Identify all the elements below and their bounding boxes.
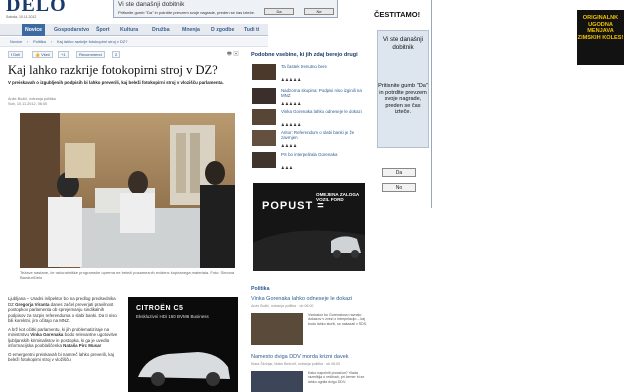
breadcrumb-current: Kaj lahko razkrije fotokopirni stroj v D… <box>57 39 128 44</box>
breadcrumb-separator: › <box>27 39 29 44</box>
email-icon[interactable]: ✉ <box>233 51 239 57</box>
body-paragraph: Ljubljana – Uradni inšpektor bo na predl… <box>8 296 119 324</box>
related-item[interactable]: Vinka Gorenaka lahko odneseje le dokazi … <box>252 109 369 127</box>
nav-item-tudi-ti[interactable]: Tudi ti <box>244 24 259 36</box>
citroen-ad[interactable]: CITROËN C5 Ekskluzivni HDi 160 BVM6 Busi… <box>128 297 238 392</box>
popust-ad-note: OMEJENA ZALOGA VOZIL FORD <box>316 192 360 202</box>
prize-popup-body: Pritisnite gumb "Da" in potrdite prevzem… <box>378 83 428 116</box>
photo-caption: Težave nastane, če računalniške programs… <box>20 270 235 280</box>
breadcrumb: Novice › Politika › Kaj lahko razkrije f… <box>0 37 268 47</box>
body-highlight-name: Vinka Gorenaka <box>30 332 64 337</box>
print-icon[interactable]: 🖶 <box>227 51 232 57</box>
related-thumbnail <box>252 88 276 104</box>
recommend-count: 2 <box>112 51 121 58</box>
article-headline: Kaj lahko razkrije fotokopirni stroj v D… <box>8 63 218 77</box>
popup-yes-button[interactable]: Da <box>264 8 294 15</box>
body-paragraph: O emergentni preiskavah bi namreč lahko … <box>8 351 114 363</box>
like-button[interactable]: 👍 Všeč <box>32 51 54 58</box>
related-thumbnail <box>252 152 276 168</box>
related-thumbnail <box>252 130 276 146</box>
readers-indicator: ♟♟♟♟ <box>281 143 298 148</box>
prize-no-button[interactable]: No <box>382 183 416 192</box>
office-photo-illustration <box>20 113 235 268</box>
readers-indicator: ♟♟♟♟♟ <box>281 101 302 106</box>
politika-section-title[interactable]: Politika <box>251 286 269 292</box>
breadcrumb-separator: › <box>51 39 53 44</box>
article-lead: V preiskavah o izgubljenih podpisih bi l… <box>8 80 224 85</box>
nav-item-druzba[interactable]: Družba <box>152 24 170 36</box>
body-paragraph: A brž kot očitki parlamentu, ki jih prob… <box>8 327 119 349</box>
popup-no-button[interactable]: Ne <box>304 8 334 15</box>
politika-story-thumbnail[interactable] <box>251 313 303 345</box>
body-highlight-name: Nataša Pirc Musar <box>63 343 102 348</box>
share-button[interactable]: f Deli <box>8 51 24 58</box>
politika-story-meta: Anže Božič, notranja politika · ob 06:00 <box>251 304 314 308</box>
prize-popup-heading: ČESTITAMO! <box>374 10 421 19</box>
breadcrumb-politika[interactable]: Politika <box>33 39 46 44</box>
related-item[interactable]: Aritor: Referendum o slabi banki je že z… <box>252 130 369 148</box>
thumbs-up-icon: 👍 <box>35 52 40 57</box>
politika-story-excerpt: Kako napolniti proračun? Vlada razmišlja… <box>308 371 365 384</box>
car-illustration <box>138 352 230 386</box>
article-photo <box>20 113 235 268</box>
prize-popup-subtitle: Vi ste današnji dobitnik <box>382 36 424 51</box>
recommend-button[interactable]: Recommend <box>76 51 105 58</box>
like-label: Všeč <box>41 52 51 57</box>
ford-popust-ad[interactable]: POPUST = OMEJENA ZALOGA VOZIL FORD <box>253 183 365 271</box>
header-date: Sobota, 10.11.2012 <box>6 15 37 19</box>
breadcrumb-novice[interactable]: Novice <box>10 39 22 44</box>
body-highlight-name: Gregorja Viranta <box>15 301 50 307</box>
tyre-change-ad[interactable]: ORIGINALNK UGODNA MENJAVA ZIMSKIH KOLES! <box>577 10 624 65</box>
popup-title: Vi ste današnji dobitnik <box>118 1 185 8</box>
readers-indicator: ♟♟♟♟♟ <box>281 77 302 82</box>
politika-story-thumbnail[interactable] <box>251 371 303 392</box>
article-tools: 🖶 ✉ <box>227 51 239 59</box>
share-label: Deli <box>13 52 21 57</box>
related-item-title[interactable]: Aritor: Referendum o slabi banki je že z… <box>281 130 371 140</box>
prize-yes-button[interactable]: Da <box>382 168 416 177</box>
nav-item-kultura[interactable]: Kultura <box>120 24 138 36</box>
related-item[interactable]: PS bo interpelirala Gorenaka ♟♟♟ <box>252 152 369 170</box>
related-item[interactable]: Ta častek trenutno bere ♟♟♟♟♟ <box>252 64 369 82</box>
prize-popup-dialog: Vi ste današnji dobitnik Pritisnite gumb… <box>113 0 338 18</box>
main-nav: Novice Gospodarstvo Šport Kultura Družba… <box>0 24 268 36</box>
nav-item-mnenja[interactable]: Mnenja <box>182 24 200 36</box>
tyre-ad-text: ORIGINALNK UGODNA MENJAVA ZIMSKIH KOLES! <box>577 15 624 41</box>
related-item-title[interactable]: Vinka Gorenaka lahko odneseje le dokazi <box>281 109 371 114</box>
related-item[interactable]: Nadzorna skupina: Podpisi niso izginili … <box>252 88 369 106</box>
plus-one-button[interactable]: +1 <box>58 51 69 58</box>
popup-text: Pritisnite gumb "Da" in potrdite prevzem… <box>118 10 255 15</box>
recommend-label: Recommend <box>79 52 102 57</box>
related-thumbnail <box>252 109 276 125</box>
related-item-title[interactable]: Ta častek trenutno bere <box>281 64 371 69</box>
article-body: Ljubljana – Uradni inšpektor bo na predl… <box>8 296 119 363</box>
facebook-icon: f <box>11 52 13 57</box>
related-thumbnail <box>252 64 276 80</box>
politika-story-headline[interactable]: Vinka Gorenaka lahko odneseje le dokazi <box>251 296 352 302</box>
related-section-title: Podobne vsebine, ki jih zdaj berejo drug… <box>251 52 358 58</box>
article-byline: Anže Božič, notranja politika Sob, 10.11… <box>8 97 56 107</box>
nav-item-novice[interactable]: Novice <box>22 24 46 36</box>
related-item-title[interactable]: Nadzorna skupina: Podpisi niso izginili … <box>281 88 371 98</box>
article-datetime: Sob, 10.11.2012, 06:00 <box>8 101 48 106</box>
readers-indicator: ♟♟♟♟♟ <box>281 122 302 127</box>
nav-item-d-zgodbe[interactable]: D zgodbe <box>211 24 234 36</box>
prize-popup-box: Vi ste današnji dobitnik Pritisnite gumb… <box>377 30 429 148</box>
readers-indicator: ♟♟♟ <box>281 165 294 170</box>
nav-item-gospodarstvo[interactable]: Gospodarstvo <box>54 24 89 36</box>
politika-story-excerpt: Vsekakor bo Gorenakovo ravnalo dokazov v… <box>308 313 368 326</box>
prize-popup-panel: ČESTITAMO! Vi ste današnji dobitnik Prit… <box>374 0 432 208</box>
related-item-title[interactable]: PS bo interpelirala Gorenaka <box>281 152 371 157</box>
politika-story-headline[interactable]: Namesto dviga DDV morda krizni davek <box>251 354 349 360</box>
politika-story-meta: Klara Škrinjar, Maks Bešvolf, notranja p… <box>251 362 341 366</box>
nav-item-sport[interactable]: Šport <box>96 24 110 36</box>
